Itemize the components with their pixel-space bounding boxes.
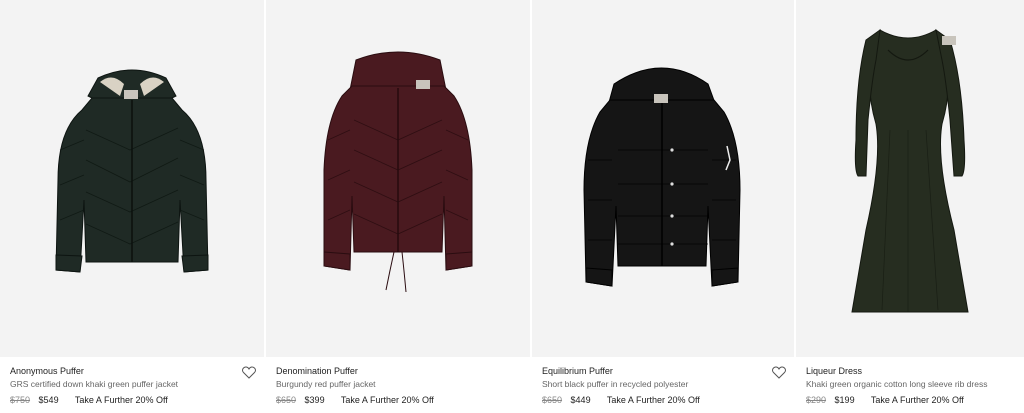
dress-image bbox=[851, 28, 969, 313]
product-image[interactable] bbox=[532, 0, 794, 357]
puffer-jacket-image bbox=[323, 51, 473, 293]
original-price: $650 bbox=[542, 395, 563, 405]
product-name[interactable]: Liqueur Dress bbox=[806, 366, 862, 376]
product-card[interactable]: Liqueur Dress Khaki green organic cotton… bbox=[796, 0, 1024, 413]
puffer-jacket-image bbox=[583, 67, 741, 287]
sale-price: $549 bbox=[38, 395, 59, 405]
product-description: Short black puffer in recycled polyester bbox=[542, 379, 689, 389]
product-grid: Anonymous Puffer GRS certified down khak… bbox=[0, 0, 1024, 413]
product-image[interactable] bbox=[796, 0, 1024, 357]
price-row: $650 $399 Take A Further 20% Off bbox=[276, 395, 434, 405]
product-card[interactable]: Equilibrium Puffer Short black puffer in… bbox=[532, 0, 794, 413]
sale-price: $399 bbox=[304, 395, 325, 405]
product-image[interactable] bbox=[266, 0, 530, 357]
product-name[interactable]: Denomination Puffer bbox=[276, 366, 358, 376]
original-price: $650 bbox=[276, 395, 297, 405]
sale-price: $199 bbox=[834, 395, 855, 405]
product-name[interactable]: Anonymous Puffer bbox=[10, 366, 84, 376]
heart-icon[interactable] bbox=[242, 366, 256, 379]
price-row: $750 $549 Take A Further 20% Off bbox=[10, 395, 168, 405]
puffer-jacket-image bbox=[55, 69, 209, 273]
product-description: GRS certified down khaki green puffer ja… bbox=[10, 379, 179, 389]
price-row: $650 $449 Take A Further 20% Off bbox=[542, 395, 700, 405]
product-image[interactable] bbox=[0, 0, 264, 357]
original-price: $290 bbox=[806, 395, 827, 405]
sale-price: $449 bbox=[570, 395, 591, 405]
product-card[interactable]: Denomination Puffer Burgundy red puffer … bbox=[266, 0, 530, 413]
product-card[interactable]: Anonymous Puffer GRS certified down khak… bbox=[0, 0, 264, 413]
product-name[interactable]: Equilibrium Puffer bbox=[542, 366, 613, 376]
promo-text: Take A Further 20% Off bbox=[870, 395, 964, 405]
product-description: Burgundy red puffer jacket bbox=[276, 379, 376, 389]
promo-text: Take A Further 20% Off bbox=[340, 395, 434, 405]
heart-icon[interactable] bbox=[772, 366, 786, 379]
product-description: Khaki green organic cotton long sleeve r… bbox=[806, 379, 988, 389]
price-row: $290 $199 Take A Further 20% Off bbox=[806, 395, 964, 405]
promo-text: Take A Further 20% Off bbox=[74, 395, 168, 405]
promo-text: Take A Further 20% Off bbox=[606, 395, 700, 405]
original-price: $750 bbox=[10, 395, 31, 405]
